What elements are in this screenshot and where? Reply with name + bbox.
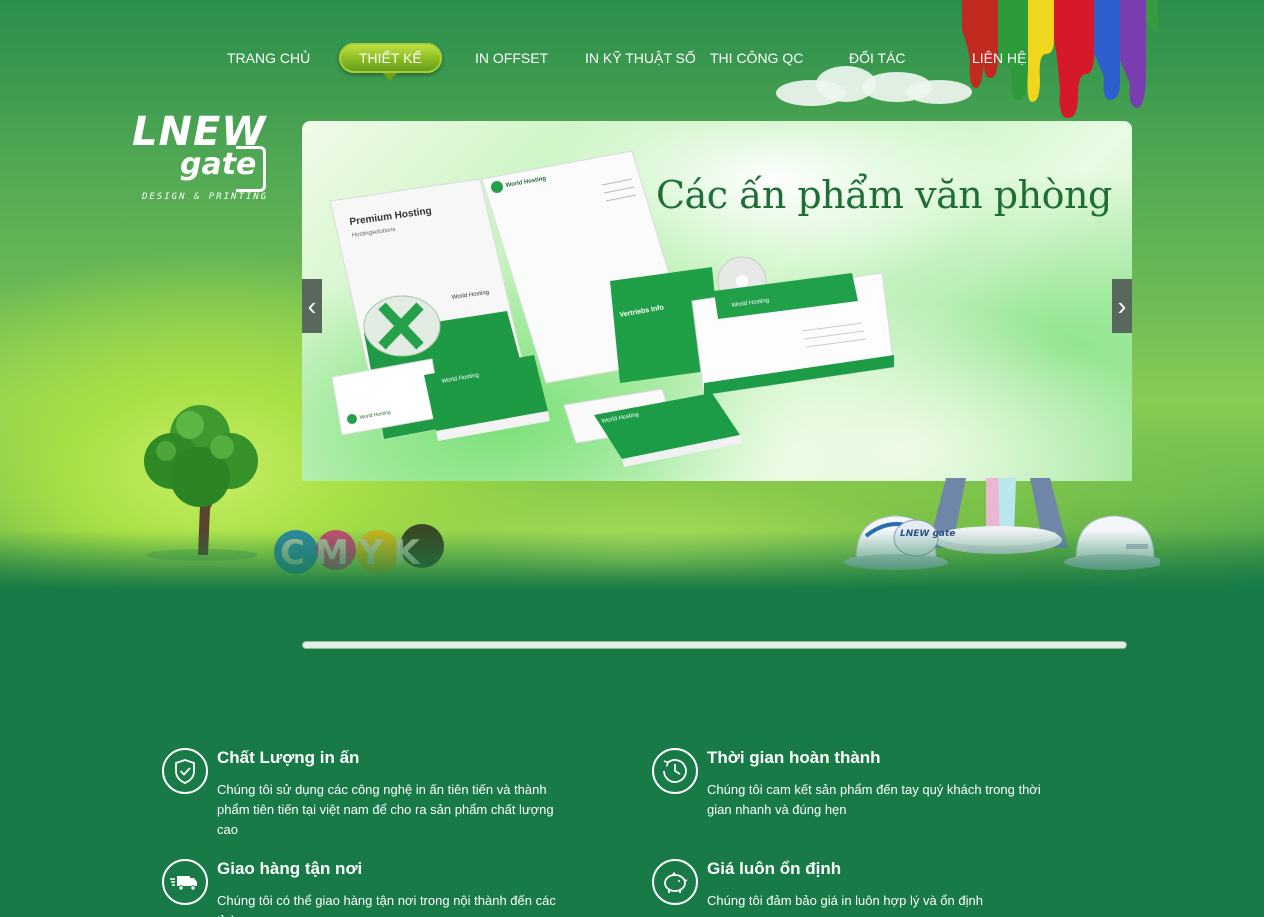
progress-fill	[303, 642, 1126, 648]
main-nav: TRANG CHỦ THIẾT KẾ IN OFFSET IN KỸ THUẬT…	[0, 0, 1264, 100]
feature-title: Giá luôn ổn định	[707, 859, 842, 878]
feature-description: Chúng tôi đảm bảo giá in luôn hợp lý và …	[707, 893, 983, 908]
hero-banner: TRANG CHỦ THIẾT KẾ IN OFFSET IN KỸ THUẬT…	[0, 0, 1264, 590]
chevron-left-icon: ‹	[307, 291, 317, 321]
chevron-right-icon: ›	[1117, 291, 1127, 321]
nav-item-in-offset[interactable]: IN OFFSET	[475, 50, 548, 66]
truck-icon	[162, 859, 208, 905]
site-logo[interactable]: LNEW gate DESIGN & PRINTING	[128, 108, 278, 208]
cmyk-text: CMYK	[280, 533, 430, 573]
nav-item-doi-tac[interactable]: ĐỐI TÁC	[849, 50, 906, 66]
slider-prev-button[interactable]: ‹	[302, 279, 322, 333]
clock-icon	[652, 748, 698, 794]
logo-tagline: DESIGN & PRINTING	[142, 192, 269, 202]
feature-title: Thời gian hoàn thành	[707, 748, 881, 767]
nav-item-in-ky-thuat-so[interactable]: IN KỸ THUẬT SỐ	[585, 50, 696, 66]
envelope-mockup: World Hosting	[691, 272, 895, 396]
nav-item-thiet-ke[interactable]: THIẾT KẾ	[339, 43, 442, 81]
slide-title: Các ấn phẩm văn phòng	[656, 173, 1112, 217]
feature-description: Chúng tôi sử dụng các công nghệ in ấn ti…	[217, 782, 554, 837]
feature-description: Chúng tôi có thể giao hàng tận nơi trong…	[217, 893, 556, 917]
shield-check-icon	[162, 748, 208, 794]
tree-decoration	[144, 405, 258, 561]
cmyk-splash-decoration: CMYK	[274, 524, 444, 574]
image-slider: Premium Hosting Hostingsolutions World H…	[302, 121, 1132, 481]
slider-progress-bar	[302, 641, 1127, 649]
logo-bracket-shape	[236, 146, 266, 192]
printing-machine-decoration: LNEW gate	[844, 478, 1160, 570]
slider-next-button[interactable]: ›	[1112, 279, 1132, 333]
feature-description: Chúng tôi cam kết sản phẩm đến tay quý k…	[707, 782, 1041, 817]
nav-item-lien-he[interactable]: LIÊN HỆ	[972, 50, 1026, 66]
feature-title: Chất Lượng in ấn	[217, 748, 360, 767]
nav-item-thi-cong-qc[interactable]: THI CÔNG QC	[710, 50, 803, 66]
machine-logo-text: LNEW gate	[900, 529, 955, 539]
piggy-bank-icon	[652, 859, 698, 905]
nav-item-trang-chu[interactable]: TRANG CHỦ	[227, 50, 310, 66]
feature-title: Giao hàng tận nơi	[217, 859, 363, 878]
business-cards-bottom: World Hosting	[563, 388, 742, 467]
